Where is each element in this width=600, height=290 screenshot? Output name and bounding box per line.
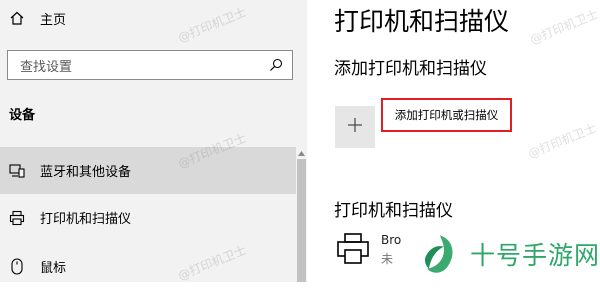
add-printer-button[interactable]	[335, 106, 375, 148]
mouse-icon	[8, 258, 26, 275]
scroll-up-arrow-icon[interactable]	[297, 149, 306, 157]
brand-logo-icon	[424, 235, 453, 273]
watermark-text: @打印机卫士	[526, 120, 599, 161]
printers-section-title: 打印机和扫描仪	[334, 201, 453, 221]
watermark-text: @打印机卫士	[528, 6, 600, 47]
add-printer-label[interactable]: 添加打印机或扫描仪	[381, 98, 512, 132]
printer-icon	[8, 210, 26, 226]
sidebar: 主页 查找设置 设备 蓝牙和其他设备 打印机和扫描仪 鼠标	[0, 0, 307, 282]
home-label: 主页	[40, 12, 67, 28]
sidebar-scrollbar[interactable]	[296, 145, 307, 282]
brand-name: 十号手游网	[469, 241, 600, 270]
plus-icon	[347, 117, 363, 137]
home-icon	[8, 10, 26, 26]
add-section-title: 添加打印机和扫描仪	[334, 59, 487, 79]
sidebar-item-label: 打印机和扫描仪	[40, 212, 132, 227]
brand-watermark: 十号手游网	[410, 226, 600, 282]
search-placeholder: 查找设置	[20, 59, 73, 75]
scrollbar-thumb[interactable]	[297, 159, 306, 282]
bluetooth-devices-icon	[8, 163, 26, 178]
sidebar-item-bluetooth[interactable]: 蓝牙和其他设备	[0, 147, 296, 194]
page-title: 打印机和扫描仪	[334, 7, 510, 36]
search-input[interactable]: 查找设置	[7, 50, 293, 80]
printer-status: 未	[381, 252, 394, 266]
printer-device-icon[interactable]	[336, 232, 370, 266]
sidebar-item-label: 蓝牙和其他设备	[40, 165, 132, 180]
printer-name[interactable]: Bro	[381, 233, 401, 247]
sidebar-item-home[interactable]: 主页	[0, 4, 300, 32]
search-icon[interactable]	[268, 57, 284, 73]
sidebar-item-printers[interactable]: 打印机和扫描仪	[0, 194, 296, 241]
sidebar-item-mouse[interactable]: 鼠标	[0, 243, 296, 290]
section-title-devices: 设备	[9, 108, 36, 123]
sidebar-item-label: 鼠标	[40, 261, 67, 276]
